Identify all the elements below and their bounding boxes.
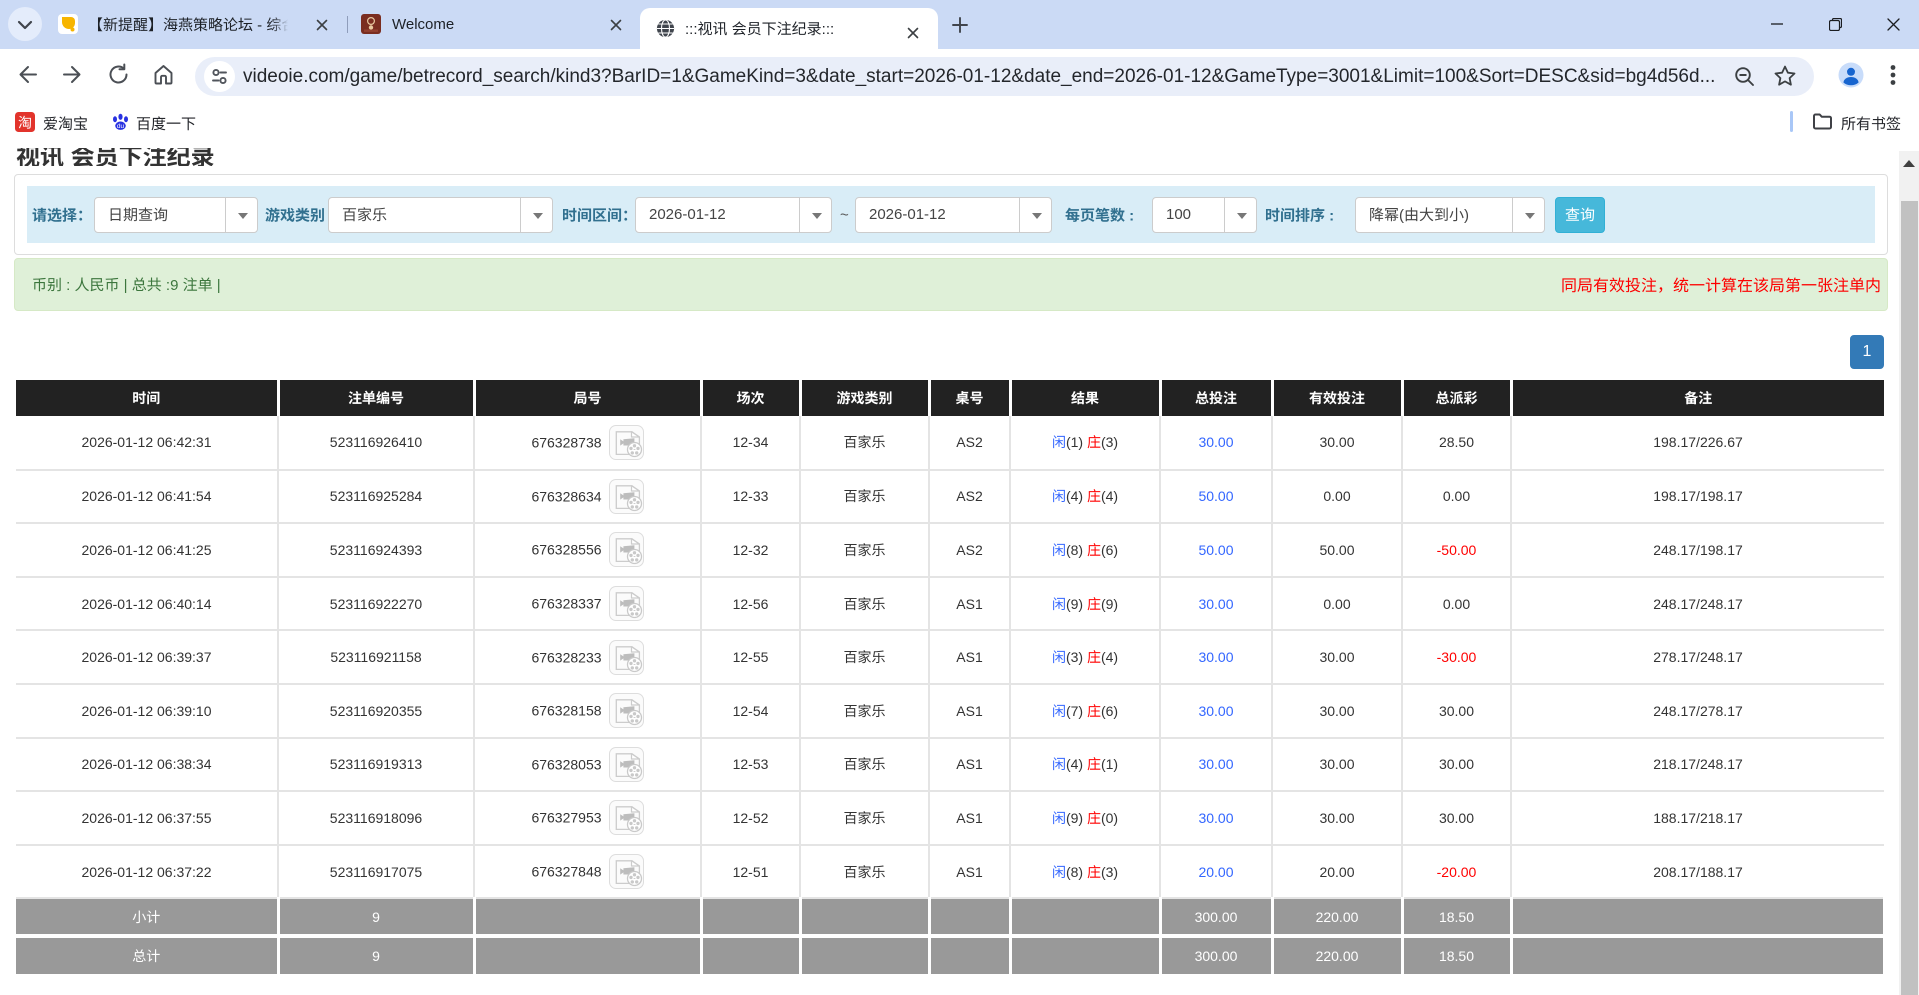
svg-text:淘: 淘 [18, 113, 32, 133]
svg-text:du: du [117, 123, 125, 130]
